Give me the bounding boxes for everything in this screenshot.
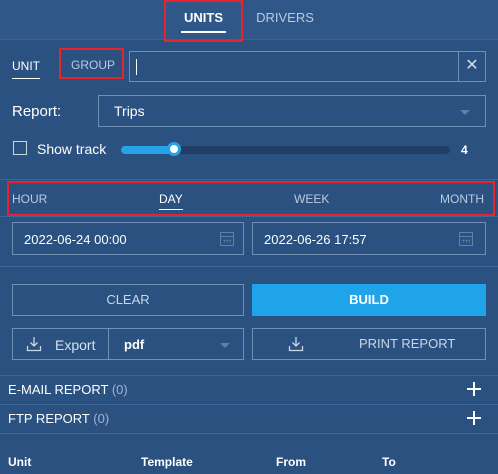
divider: [0, 266, 498, 267]
print-report-button[interactable]: PRINT REPORT: [252, 328, 486, 360]
date-from-value: 2022-06-24 00:00: [24, 232, 127, 247]
email-report-count: (0): [111, 382, 128, 397]
report-select-value: Trips: [114, 103, 145, 119]
report-label: Report:: [12, 103, 62, 120]
period-selector: HOUR DAY WEEK MONTH: [0, 179, 498, 217]
unit-search-input[interactable]: ✕: [129, 51, 486, 82]
column-header-template[interactable]: Template: [141, 455, 193, 469]
email-report-title: E-MAIL REPORT (0): [8, 382, 128, 397]
download-icon: [288, 337, 304, 352]
clear-button-label: CLEAR: [106, 292, 150, 307]
period-month-label: MONTH: [440, 192, 484, 206]
date-from-input[interactable]: 2022-06-24 00:00: [12, 222, 244, 255]
chevron-down-icon: [220, 343, 230, 348]
text-cursor: [136, 59, 137, 75]
date-to-input[interactable]: 2022-06-26 17:57: [252, 222, 486, 255]
top-tab-bar: UNITS DRIVERS: [0, 0, 498, 40]
date-to-value: 2022-06-26 17:57: [264, 232, 367, 247]
period-day-label: DAY: [159, 192, 183, 206]
slider-handle[interactable]: [167, 142, 181, 156]
report-select[interactable]: Trips: [98, 95, 486, 127]
track-width-value: 4: [461, 143, 468, 157]
plus-icon[interactable]: [467, 411, 481, 425]
group-tab-label: GROUP: [71, 58, 116, 72]
build-button[interactable]: BUILD: [252, 284, 486, 316]
calendar-icon[interactable]: [220, 232, 234, 246]
ftp-report-count: (0): [93, 411, 110, 426]
report-panel: UNITS DRIVERS UNIT GROUP ✕ Report: Trips…: [0, 0, 498, 474]
print-report-label: PRINT REPORT: [359, 336, 456, 351]
unit-tab-underline: [12, 78, 40, 79]
show-track-checkbox[interactable]: [13, 141, 27, 155]
tab-drivers-label: DRIVERS: [256, 10, 314, 25]
plus-icon[interactable]: [467, 382, 481, 396]
export-group: Export pdf: [12, 328, 244, 360]
ftp-report-section[interactable]: FTP REPORT (0): [0, 404, 498, 433]
email-report-label: E-MAIL REPORT: [8, 382, 109, 397]
tab-drivers[interactable]: DRIVERS: [250, 0, 320, 40]
tab-units-underline: [181, 31, 226, 33]
unit-tab[interactable]: UNIT: [12, 59, 40, 79]
period-day-underline: [159, 209, 183, 210]
export-format-select[interactable]: pdf: [109, 329, 243, 359]
chevron-down-icon: [460, 110, 470, 115]
column-header-from[interactable]: From: [276, 455, 306, 469]
period-day[interactable]: DAY: [159, 192, 183, 210]
period-hour-label: HOUR: [12, 192, 48, 206]
clear-button[interactable]: CLEAR: [12, 284, 244, 316]
track-width-slider[interactable]: [121, 142, 450, 156]
ftp-report-title: FTP REPORT (0): [8, 411, 109, 426]
divider: [0, 433, 498, 434]
period-week-label: WEEK: [294, 192, 330, 206]
tab-units-label: UNITS: [184, 10, 223, 25]
ftp-report-label: FTP REPORT: [8, 411, 90, 426]
unit-tab-label: UNIT: [12, 59, 40, 73]
period-month[interactable]: MONTH: [440, 192, 484, 206]
download-icon: [26, 337, 42, 352]
column-header-unit[interactable]: Unit: [8, 455, 31, 469]
email-report-section[interactable]: E-MAIL REPORT (0): [0, 375, 498, 404]
slider-fill: [121, 146, 174, 154]
period-hour[interactable]: HOUR: [12, 192, 47, 206]
tab-units[interactable]: UNITS: [166, 0, 241, 40]
calendar-icon[interactable]: [459, 232, 473, 246]
period-week[interactable]: WEEK: [294, 192, 329, 206]
export-format-value: pdf: [124, 337, 145, 352]
export-button[interactable]: Export: [13, 329, 108, 359]
build-button-label: BUILD: [349, 292, 389, 307]
group-tab[interactable]: GROUP: [71, 58, 115, 72]
clear-search-icon[interactable]: ✕: [458, 52, 485, 81]
show-track-label: Show track: [37, 141, 107, 157]
export-button-label: Export: [55, 337, 96, 353]
column-header-to[interactable]: To: [382, 455, 396, 469]
